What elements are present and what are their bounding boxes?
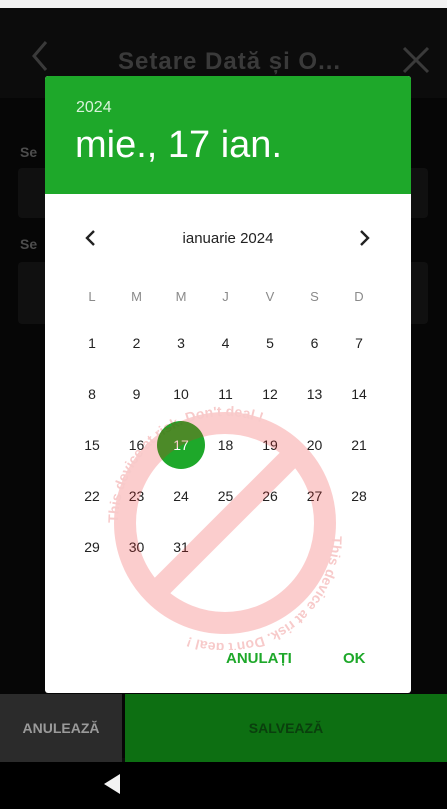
day-cell[interactable]: 2 xyxy=(115,321,159,365)
day-cell[interactable]: 28 xyxy=(337,474,381,518)
day-cell[interactable]: 19 xyxy=(248,423,292,467)
weekday-label: L xyxy=(88,289,96,304)
dialog-ok-button[interactable]: OK xyxy=(343,650,366,667)
day-cell[interactable]: 16 xyxy=(115,423,159,467)
status-strip xyxy=(0,0,447,8)
day-cell[interactable]: 12 xyxy=(248,372,292,416)
weekday-label: M xyxy=(131,289,142,304)
next-month-icon[interactable] xyxy=(352,226,376,250)
weekday-label: J xyxy=(222,289,229,304)
dialog-actions: ANULAȚI OK xyxy=(45,642,411,678)
nav-back-icon[interactable] xyxy=(104,774,120,794)
day-cell[interactable]: 21 xyxy=(337,423,381,467)
day-cell[interactable]: 24 xyxy=(159,474,203,518)
cancel-button[interactable]: ANULEAZĂ xyxy=(0,694,122,762)
day-cell[interactable]: 22 xyxy=(70,474,114,518)
save-button[interactable]: SALVEAZĂ xyxy=(125,694,447,762)
weekday-label: D xyxy=(354,289,364,304)
day-cell[interactable]: 29 xyxy=(70,525,114,569)
day-cell[interactable]: 23 xyxy=(115,474,159,518)
day-cell[interactable]: 4 xyxy=(204,321,248,365)
day-cell[interactable]: 25 xyxy=(204,474,248,518)
day-cell[interactable]: 30 xyxy=(115,525,159,569)
day-cell[interactable]: 18 xyxy=(204,423,248,467)
day-cell[interactable]: 15 xyxy=(70,423,114,467)
weekday-label: V xyxy=(265,289,275,304)
selected-date-label: mie., 17 ian. xyxy=(75,124,282,166)
date-picker-header: 2024 mie., 17 ian. xyxy=(45,76,411,194)
day-cell[interactable]: 3 xyxy=(159,321,203,365)
weekday-label: M xyxy=(175,289,187,304)
system-nav-bar xyxy=(0,762,447,809)
day-cell[interactable]: 31 xyxy=(159,525,203,569)
day-cell[interactable]: 7 xyxy=(337,321,381,365)
day-cell[interactable]: 11 xyxy=(204,372,248,416)
day-cell[interactable]: 26 xyxy=(248,474,292,518)
day-cell[interactable]: 14 xyxy=(337,372,381,416)
day-cell[interactable]: 1 xyxy=(70,321,114,365)
day-cell[interactable]: 10 xyxy=(159,372,203,416)
day-cell-selected[interactable]: 17 xyxy=(157,421,205,469)
day-cell[interactable]: 27 xyxy=(293,474,337,518)
day-cell[interactable]: 5 xyxy=(248,321,292,365)
day-cell[interactable]: 6 xyxy=(293,321,337,365)
day-cell[interactable]: 9 xyxy=(115,372,159,416)
dialog-cancel-button[interactable]: ANULAȚI xyxy=(226,650,292,667)
date-picker-dialog: 2024 mie., 17 ian. ianuarie 2024 LMMJVSD… xyxy=(45,76,411,693)
year-label[interactable]: 2024 xyxy=(76,99,112,117)
bottom-action-bar: ANULEAZĂ SALVEAZĂ xyxy=(0,694,447,762)
day-cell[interactable]: 13 xyxy=(293,372,337,416)
day-cell[interactable]: 8 xyxy=(70,372,114,416)
day-cell[interactable]: 20 xyxy=(293,423,337,467)
weekday-label: S xyxy=(310,289,319,304)
